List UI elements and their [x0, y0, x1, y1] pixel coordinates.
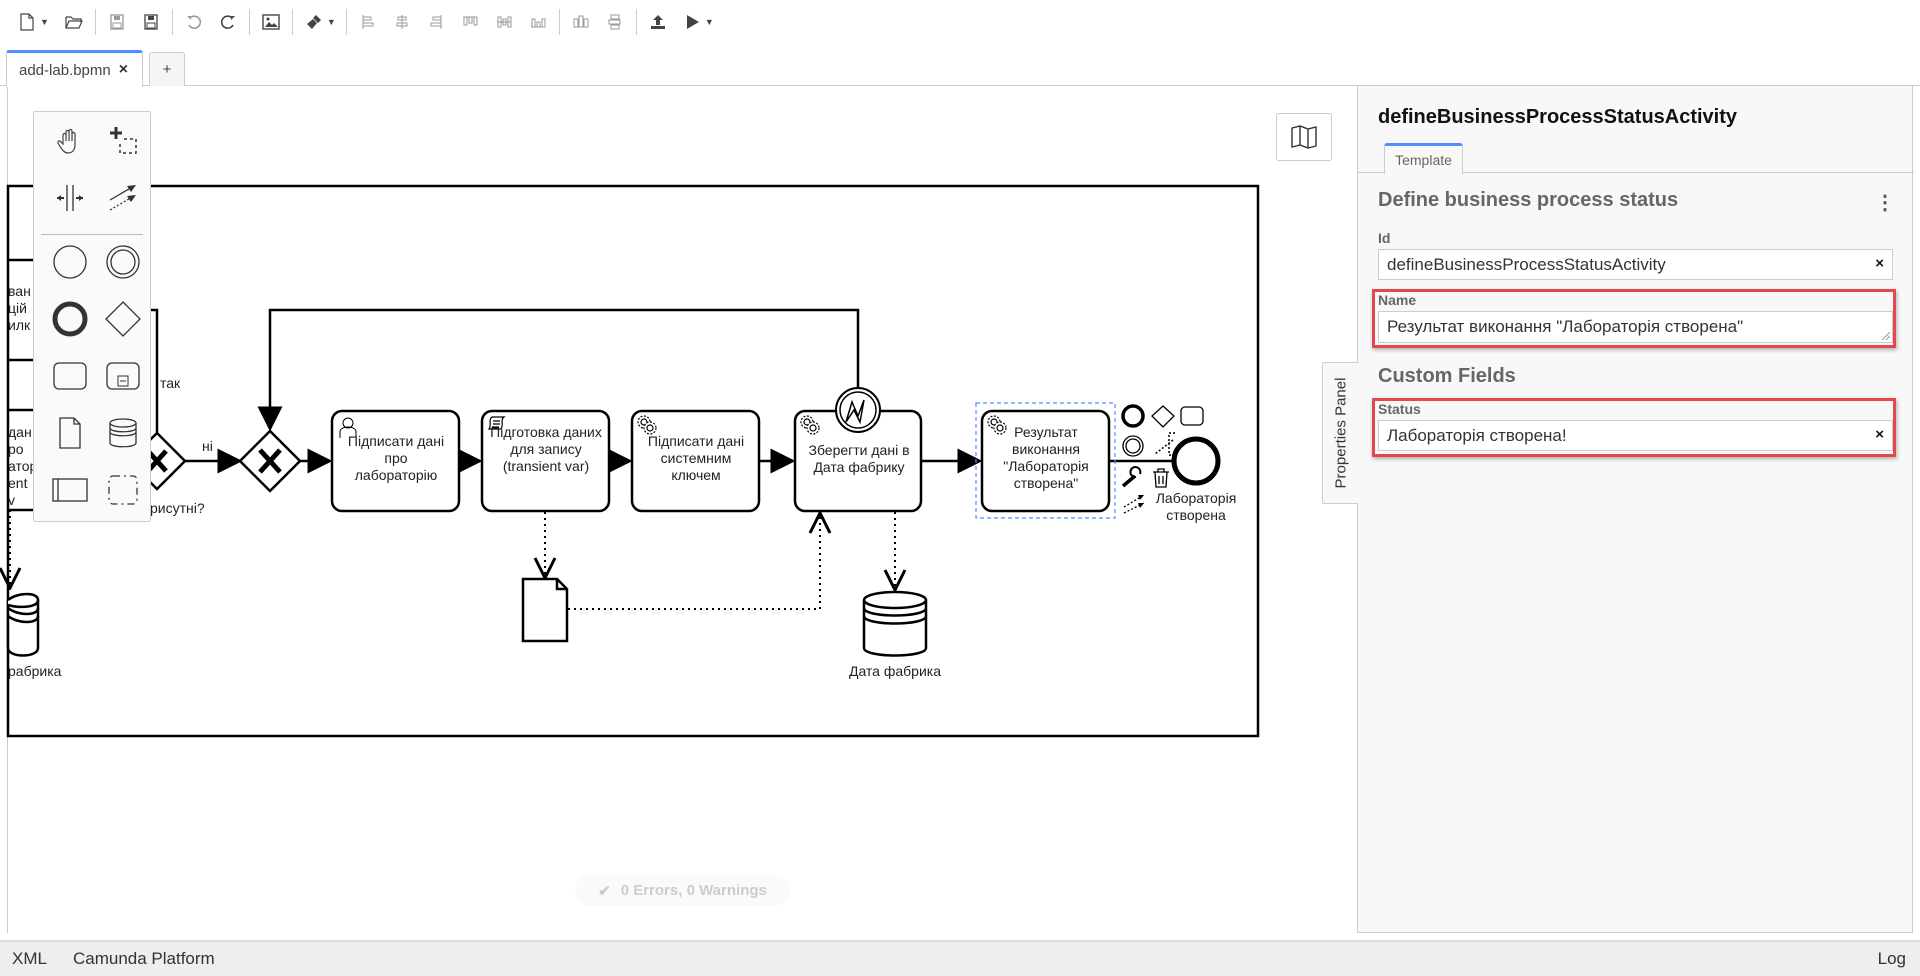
palette-separator — [41, 234, 143, 235]
subprocess-icon — [106, 362, 140, 390]
name-label: Name — [1378, 292, 1417, 308]
validation-status[interactable]: ✔ 0 Errors, 0 Warnings — [575, 875, 790, 906]
intermediate-event-icon — [106, 245, 140, 279]
create-participant[interactable] — [47, 467, 93, 513]
task-label: Підготовка даних для запису (transient v… — [490, 424, 602, 474]
boundary-error-event[interactable] — [835, 387, 881, 433]
create-end-event[interactable] — [47, 296, 93, 342]
properties-panel-toggle[interactable]: Properties Panel — [1322, 362, 1358, 504]
status-value: Лабораторія створена! — [1387, 425, 1567, 445]
properties-panel: defineBusinessProcessStatusActivity Temp… — [1357, 86, 1914, 933]
append-task-icon[interactable] — [1180, 406, 1204, 426]
create-data-store[interactable] — [100, 410, 146, 456]
execution-platform[interactable]: Camunda Platform — [73, 949, 215, 969]
data-object-icon — [59, 417, 81, 449]
clear-status-icon[interactable]: × — [1875, 426, 1884, 443]
custom-fields-title: Custom Fields — [1378, 365, 1516, 387]
minimap-toggle-button[interactable] — [1276, 113, 1332, 161]
append-end-event-icon[interactable] — [1121, 404, 1145, 428]
gateway-icon — [105, 301, 141, 337]
data-store-label: Дата фабрика — [848, 663, 942, 679]
create-gateway[interactable] — [100, 296, 146, 342]
clear-id-icon[interactable]: × — [1875, 255, 1884, 272]
id-field[interactable]: defineBusinessProcessStatusActivity × — [1378, 249, 1893, 280]
validation-text: 0 Errors, 0 Warnings — [620, 882, 767, 899]
group-icon — [108, 475, 138, 505]
append-gateway-icon[interactable] — [1151, 405, 1175, 428]
data-input-association — [568, 513, 820, 610]
text-annotation-icon[interactable] — [1154, 432, 1175, 456]
name-value: Результат виконання "Лабораторія створен… — [1387, 317, 1744, 336]
close-tab-icon[interactable]: × — [119, 61, 128, 79]
task-label: Підписати дані системним ключем — [647, 433, 745, 483]
create-start-event[interactable] — [47, 239, 93, 285]
task-icon — [53, 362, 87, 390]
status-label: Status — [1378, 401, 1421, 417]
space-tool-icon — [57, 185, 83, 211]
gateway-label: рисутні? — [150, 500, 205, 516]
log-toggle[interactable]: Log — [1878, 949, 1906, 969]
create-subprocess[interactable] — [100, 353, 146, 399]
trash-icon[interactable] — [1153, 468, 1169, 488]
status-bar: XML Camunda Platform Log — [0, 940, 1920, 976]
flow-label-yes: так — [160, 375, 181, 391]
id-label: Id — [1378, 230, 1391, 246]
status-field[interactable]: Лабораторія створена! × — [1378, 420, 1893, 451]
data-store[interactable] — [862, 590, 928, 657]
space-tool[interactable] — [47, 174, 93, 220]
global-connect-tool[interactable] — [100, 174, 146, 220]
task-label: Підписати дані про лабораторію — [347, 433, 445, 483]
create-group[interactable] — [100, 467, 146, 513]
task-label: Результат виконання "Лабораторія створен… — [1003, 424, 1089, 491]
map-icon — [1291, 125, 1317, 149]
end-event-label: Лабораторія створена — [1155, 490, 1237, 523]
create-task[interactable] — [47, 353, 93, 399]
data-store-cut[interactable] — [6, 592, 40, 657]
id-value: defineBusinessProcessStatusActivity — [1387, 254, 1666, 274]
group-title: Define business process status — [1378, 189, 1679, 211]
data-store-icon — [109, 418, 137, 448]
flow-label-no: ні — [202, 438, 213, 454]
end-event-icon — [52, 301, 88, 337]
task-label: Зберегти дані в Дата фабрику — [808, 442, 910, 475]
tab-add-lab-bpmn[interactable]: add-lab.bpmn × — [6, 50, 143, 87]
tab-label: add-lab.bpmn — [19, 61, 111, 79]
exclusive-gateway-2[interactable] — [238, 429, 302, 493]
check-icon: ✔ — [598, 882, 611, 900]
tab-template[interactable]: Template — [1384, 143, 1463, 174]
resize-grip-icon[interactable] — [1882, 332, 1890, 340]
tool-palette — [33, 111, 151, 522]
lasso-tool[interactable] — [100, 118, 146, 164]
participant-icon — [52, 478, 88, 502]
properties-panel-toggle-label: Properties Panel — [1332, 377, 1349, 489]
element-id-title: defineBusinessProcessStatusActivity — [1378, 106, 1738, 128]
data-store-cut-label: рабрика — [8, 663, 62, 679]
group-menu-icon[interactable]: ⋮ — [1875, 190, 1895, 215]
lasso-icon — [110, 127, 137, 154]
hand-icon — [57, 128, 76, 154]
name-field[interactable]: Результат виконання "Лабораторія створен… — [1378, 311, 1893, 343]
hand-tool[interactable] — [47, 118, 93, 164]
properties-tab-bar: Template — [1358, 140, 1914, 174]
connect-icon — [109, 185, 136, 211]
create-data-object[interactable] — [47, 410, 93, 456]
create-intermediate-event[interactable] — [100, 239, 146, 285]
end-event[interactable] — [1171, 436, 1221, 486]
start-event-icon — [53, 245, 87, 279]
xml-tab[interactable]: XML — [12, 949, 47, 969]
data-object[interactable] — [521, 577, 569, 643]
